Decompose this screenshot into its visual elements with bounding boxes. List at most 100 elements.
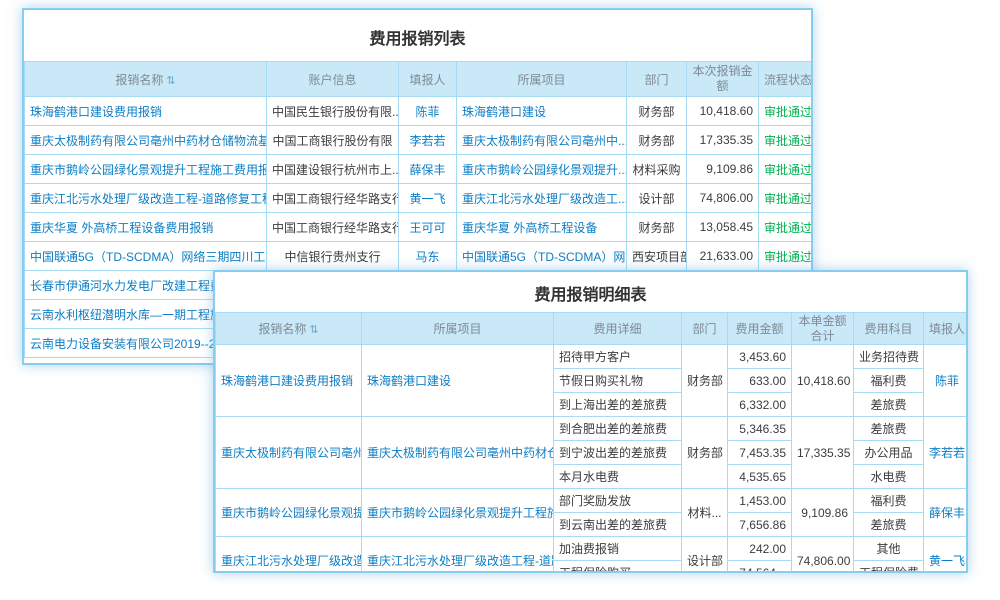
cell-amount: 242.00 bbox=[728, 537, 792, 561]
cell-detail: 本月水电费 bbox=[554, 465, 682, 489]
cell-reporter[interactable]: 李若若 bbox=[399, 126, 457, 155]
cell-detail: 部门奖励发放 bbox=[554, 489, 682, 513]
cell-status[interactable]: 审批通过 bbox=[759, 126, 814, 155]
cell-status[interactable]: 审批通过 bbox=[759, 213, 814, 242]
column-header-account: 账户信息 bbox=[267, 62, 399, 97]
cell-project[interactable]: 重庆太极制药有限公司亳州中... bbox=[457, 126, 627, 155]
cell-reporter[interactable]: 薛保丰 bbox=[924, 489, 969, 537]
cell-status[interactable]: 审批通过 bbox=[759, 97, 814, 126]
cell-reporter[interactable]: 陈菲 bbox=[924, 345, 969, 417]
cell-dept: 财务部 bbox=[627, 213, 687, 242]
table-row: 重庆江北污水处理厂级改造工程-道路修复工程费用... 中国工商银行经华路支行 黄… bbox=[25, 184, 814, 213]
cell-dept: 财务部 bbox=[682, 417, 728, 489]
cell-total: 10,418.60 bbox=[792, 345, 854, 417]
column-header-amount: 费用金额 bbox=[728, 313, 792, 345]
column-header-project: 所属项目 bbox=[362, 313, 554, 345]
cell-total: 9,109.86 bbox=[792, 489, 854, 537]
cell-reporter[interactable]: 陈菲 bbox=[399, 97, 457, 126]
cell-dept: 设计部 bbox=[627, 184, 687, 213]
cell-project[interactable]: 重庆市鹅岭公园绿化景观提升工程施工 bbox=[362, 489, 554, 537]
table-row: 重庆华夏 外高桥工程设备费用报销 中国工商银行经华路支行 王可可 重庆华夏 外高… bbox=[25, 213, 814, 242]
table-row: 重庆市鹅岭公园绿化景观提升工... 重庆市鹅岭公园绿化景观提升工程施工 部门奖励… bbox=[216, 489, 969, 513]
cell-project[interactable]: 重庆华夏 外高桥工程设备 bbox=[457, 213, 627, 242]
column-header-reporter: 填报人 bbox=[399, 62, 457, 97]
sort-filter-icon[interactable]: ⇅ bbox=[166, 74, 175, 87]
cell-amount: 21,633.00 bbox=[687, 242, 759, 271]
cell-dept: 西安项目部 bbox=[627, 242, 687, 271]
cell-detail: 到宁波出差的差旅费 bbox=[554, 441, 682, 465]
cell-category: 福利费 bbox=[854, 369, 924, 393]
cell-category: 差旅费 bbox=[854, 417, 924, 441]
column-header-total: 本单金额合计 bbox=[792, 313, 854, 345]
cell-name[interactable]: 重庆市鹅岭公园绿化景观提升工程施工费用报销 bbox=[25, 155, 267, 184]
cell-amount: 4,535.65 bbox=[728, 465, 792, 489]
cell-project[interactable]: 重庆市鹅岭公园绿化景观提升... bbox=[457, 155, 627, 184]
column-header-dept: 部门 bbox=[682, 313, 728, 345]
column-header-name[interactable]: 报销名称⇅ bbox=[216, 313, 362, 345]
table-row: 重庆太极制药有限公司亳州中药材仓储物流基地项... 中国工商银行股份有限 李若若… bbox=[25, 126, 814, 155]
cell-detail: 加油费报销 bbox=[554, 537, 682, 561]
cell-category: 业务招待费 bbox=[854, 345, 924, 369]
cell-amount: 17,335.35 bbox=[687, 126, 759, 155]
cell-category: 工程保险费 bbox=[854, 561, 924, 574]
cell-reporter[interactable]: 李若若 bbox=[924, 417, 969, 489]
cell-name[interactable]: 重庆江北污水处理厂级改造工程-... bbox=[216, 537, 362, 574]
table-row: 重庆太极制药有限公司亳州中药... 重庆太极制药有限公司亳州中药材仓储物流...… bbox=[216, 417, 969, 441]
cell-name[interactable]: 重庆太极制药有限公司亳州中药... bbox=[216, 417, 362, 489]
cell-name[interactable]: 重庆华夏 外高桥工程设备费用报销 bbox=[25, 213, 267, 242]
cell-account: 中国建设银行杭州市上... bbox=[267, 155, 399, 184]
cell-dept: 设计部 bbox=[682, 537, 728, 574]
column-header-label: 报销名称 bbox=[258, 322, 306, 336]
column-header-category: 费用科目 bbox=[854, 313, 924, 345]
cell-project[interactable]: 重庆太极制药有限公司亳州中药材仓储物流... bbox=[362, 417, 554, 489]
cell-name[interactable]: 珠海鹤港口建设费用报销 bbox=[25, 97, 267, 126]
detail-panel-title: 费用报销明细表 bbox=[215, 272, 966, 312]
cell-amount: 74,564... bbox=[728, 561, 792, 574]
list-panel-title: 费用报销列表 bbox=[24, 10, 811, 61]
expense-detail-panel: 费用报销明细表 报销名称⇅ 所属项目 费用详细 部门 费用金额 本单金额合计 费… bbox=[213, 270, 968, 573]
cell-reporter[interactable]: 马东 bbox=[399, 242, 457, 271]
cell-name[interactable]: 中国联通5G（TD-SCDMA）网络三期四川工程费... bbox=[25, 242, 267, 271]
cell-category: 福利费 bbox=[854, 489, 924, 513]
cell-dept: 材料采购 bbox=[627, 155, 687, 184]
cell-name[interactable]: 重庆市鹅岭公园绿化景观提升工... bbox=[216, 489, 362, 537]
cell-account: 中国工商银行股份有限 bbox=[267, 126, 399, 155]
cell-reporter[interactable]: 黄一飞 bbox=[924, 537, 969, 574]
cell-status[interactable]: 审批通过 bbox=[759, 242, 814, 271]
cell-reporter[interactable]: 王可可 bbox=[399, 213, 457, 242]
cell-name[interactable]: 珠海鹤港口建设费用报销 bbox=[216, 345, 362, 417]
column-header-detail: 费用详细 bbox=[554, 313, 682, 345]
cell-detail: 到云南出差的差旅费 bbox=[554, 513, 682, 537]
cell-status[interactable]: 审批通过 bbox=[759, 184, 814, 213]
cell-amount: 633.00 bbox=[728, 369, 792, 393]
cell-project[interactable]: 重庆江北污水处理厂级改造工... bbox=[457, 184, 627, 213]
table-row: 重庆江北污水处理厂级改造工程-... 重庆江北污水处理厂级改造工程-道路修复工.… bbox=[216, 537, 969, 561]
cell-reporter[interactable]: 薛保丰 bbox=[399, 155, 457, 184]
cell-project[interactable]: 中国联通5G（TD-SCDMA）网... bbox=[457, 242, 627, 271]
cell-project[interactable]: 重庆江北污水处理厂级改造工程-道路修复工... bbox=[362, 537, 554, 574]
cell-dept: 材料... bbox=[682, 489, 728, 537]
cell-name[interactable]: 重庆太极制药有限公司亳州中药材仓储物流基地项... bbox=[25, 126, 267, 155]
cell-detail: 到上海出差的差旅费 bbox=[554, 393, 682, 417]
cell-account: 中国工商银行经华路支行 bbox=[267, 184, 399, 213]
sort-filter-icon[interactable]: ⇅ bbox=[309, 323, 318, 336]
cell-account: 中国民生银行股份有限... bbox=[267, 97, 399, 126]
cell-name[interactable]: 重庆江北污水处理厂级改造工程-道路修复工程费用... bbox=[25, 184, 267, 213]
table-row: 珠海鹤港口建设费用报销 中国民生银行股份有限... 陈菲 珠海鹤港口建设 财务部… bbox=[25, 97, 814, 126]
column-header-status: 流程状态 bbox=[759, 62, 814, 97]
cell-dept: 财务部 bbox=[627, 97, 687, 126]
cell-project[interactable]: 珠海鹤港口建设 bbox=[362, 345, 554, 417]
cell-category: 水电费 bbox=[854, 465, 924, 489]
cell-total: 74,806.00 bbox=[792, 537, 854, 574]
column-header-amount: 本次报销金额 bbox=[687, 62, 759, 97]
cell-reporter[interactable]: 黄一飞 bbox=[399, 184, 457, 213]
cell-detail: 到合肥出差的差旅费 bbox=[554, 417, 682, 441]
table-header-row: 报销名称⇅ 所属项目 费用详细 部门 费用金额 本单金额合计 费用科目 填报人 bbox=[216, 313, 969, 345]
cell-category: 其他 bbox=[854, 537, 924, 561]
cell-status[interactable]: 审批通过 bbox=[759, 155, 814, 184]
cell-account: 中国工商银行经华路支行 bbox=[267, 213, 399, 242]
expense-detail-table: 报销名称⇅ 所属项目 费用详细 部门 费用金额 本单金额合计 费用科目 填报人 … bbox=[215, 312, 968, 573]
cell-amount: 6,332.00 bbox=[728, 393, 792, 417]
column-header-name[interactable]: 报销名称⇅ bbox=[25, 62, 267, 97]
cell-project[interactable]: 珠海鹤港口建设 bbox=[457, 97, 627, 126]
